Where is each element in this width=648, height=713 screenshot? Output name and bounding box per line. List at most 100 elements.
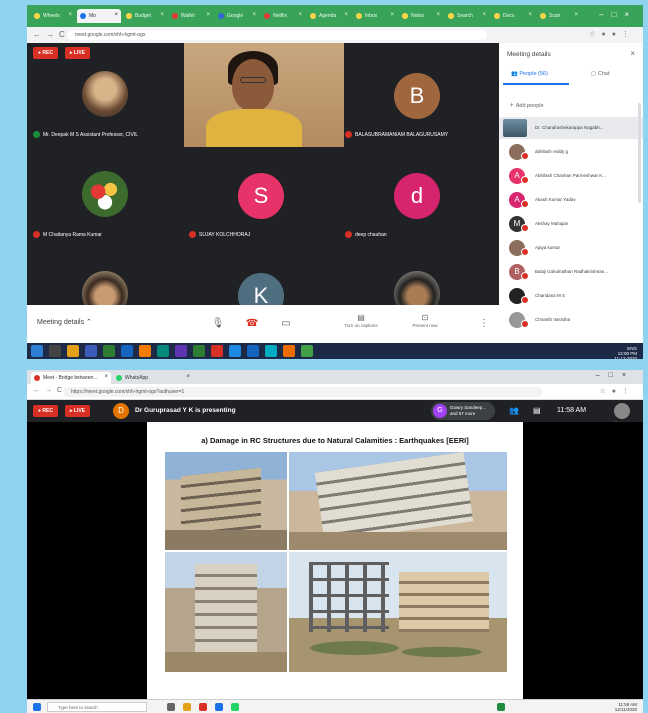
app-icon[interactable]	[229, 345, 241, 357]
mic-off-icon	[521, 248, 529, 256]
address-input[interactable]: meet.google.com/xhh-hgmt-ogs	[67, 30, 487, 40]
tab-close-icon[interactable]: ×	[186, 374, 190, 380]
mic-off-icon	[521, 176, 529, 184]
app-icon[interactable]	[139, 345, 151, 357]
tab-favicon-icon	[448, 13, 454, 19]
list-item[interactable]: Dr. Chandrashekarappa Nagabh...	[499, 117, 643, 139]
excel-icon[interactable]	[193, 345, 205, 357]
app-icon[interactable]	[121, 345, 133, 357]
more-options-icon[interactable]: ⋮	[475, 315, 493, 333]
browser-tab[interactable]: Wallet ×	[169, 9, 213, 23]
list-item[interactable]: A Abhilash Chavhan Parmeshwar K...	[499, 165, 643, 187]
app-icon[interactable]	[301, 345, 313, 357]
browser-tab[interactable]: WhatsApp ×	[113, 372, 193, 384]
close-icon[interactable]: ×	[630, 49, 635, 58]
present-now-button[interactable]: ⊡ Present now	[399, 313, 451, 328]
extensions-icons[interactable]: ☆●●⋮	[589, 30, 635, 38]
tab-close-icon[interactable]: ×	[104, 374, 108, 380]
file-explorer-icon[interactable]	[183, 703, 191, 711]
chat-icon[interactable]: ▤	[533, 406, 541, 415]
chrome-icon[interactable]	[199, 703, 207, 711]
browser-tab[interactable]: Wheels ×	[31, 9, 75, 23]
file-explorer-icon[interactable]	[67, 345, 79, 357]
panel-title: Meeting details	[507, 51, 551, 58]
window-controls[interactable]: –□×	[596, 372, 635, 379]
list-item[interactable]: abhilash reddy g	[499, 141, 643, 163]
task-view-icon[interactable]	[167, 703, 175, 711]
vlc-icon[interactable]	[283, 345, 295, 357]
app-icon[interactable]	[157, 345, 169, 357]
list-item[interactable]: Chandana M S	[499, 285, 643, 307]
nav-buttons[interactable]: ←→C	[33, 30, 70, 39]
people-icon[interactable]: 👥	[509, 406, 519, 415]
camera-toggle-button[interactable]: ▭	[277, 315, 295, 333]
add-people-button[interactable]: ＋ Add people	[509, 101, 544, 109]
participants-chip[interactable]: G Gowry Sandeep... and 57 more	[431, 402, 495, 420]
start-icon[interactable]	[31, 345, 43, 357]
window-controls[interactable]: –□×	[599, 10, 637, 19]
participant-name: Mr. Deepak M S Assistant Professor, CIVI…	[33, 131, 138, 138]
tab-close-icon[interactable]: ×	[160, 12, 164, 18]
nav-buttons[interactable]: ←→C	[33, 387, 67, 394]
tab-close-icon[interactable]: ×	[252, 12, 256, 18]
chrome-icon[interactable]	[211, 345, 223, 357]
list-item[interactable]: Ajaya kumar	[499, 237, 643, 259]
tab-close-icon[interactable]: ×	[206, 12, 210, 18]
extensions-icons[interactable]: ☆●⋮	[599, 387, 635, 395]
tab-close-icon[interactable]: ×	[114, 12, 118, 18]
tab-people[interactable]: 👥 People (56)	[511, 71, 548, 77]
browser-tab[interactable]: Agenda ×	[307, 9, 351, 23]
app-icon[interactable]	[215, 703, 223, 711]
taskbar-search-input[interactable]: Type here to search	[47, 702, 147, 712]
tab-close-icon[interactable]: ×	[344, 12, 348, 18]
captions-button[interactable]: ▤ Turn on captions	[335, 313, 387, 328]
browser-tab[interactable]: Netflix ×	[261, 9, 305, 23]
scrollbar[interactable]	[638, 103, 641, 203]
search-icon[interactable]	[49, 345, 61, 357]
word-icon[interactable]	[247, 345, 259, 357]
mic-toggle-button[interactable]: 🎙	[209, 315, 227, 333]
tray-icon[interactable]	[497, 703, 505, 711]
tab-close-icon[interactable]: ×	[390, 12, 394, 18]
system-tray[interactable]: 11:58 AM 12/11/2020	[615, 702, 637, 712]
address-input[interactable]: https://meet.google.com/xhh-hgmt-ogs?aut…	[63, 387, 543, 397]
browser-tab[interactable]: Google ×	[215, 9, 259, 23]
app-icon[interactable]	[103, 345, 115, 357]
app-icon[interactable]	[265, 345, 277, 357]
meeting-details-button[interactable]: Meeting details ⌃	[37, 318, 92, 326]
browser-tab[interactable]: Search ×	[445, 9, 489, 23]
slide-title: a) Damage in RC Structures due to Natura…	[201, 436, 469, 445]
browser-tab[interactable]: Notes ×	[399, 9, 443, 23]
app-icon[interactable]	[85, 345, 97, 357]
browser-tab[interactable]: Budget ×	[123, 9, 167, 23]
browser-tab[interactable]: Scan ×	[537, 9, 581, 23]
end-call-button[interactable]: ☎	[243, 315, 261, 333]
tab-close-icon[interactable]: ×	[68, 12, 72, 18]
start-icon[interactable]	[33, 703, 41, 711]
tab-chat[interactable]: ▢ Chat	[591, 71, 609, 77]
list-item[interactable]: B Balaji Gokulnathan Radhakrishnan...	[499, 261, 643, 283]
tab-close-icon[interactable]: ×	[436, 12, 440, 18]
mic-icon	[33, 131, 40, 138]
meet-grid-screenshot: Wheels × Mo × Budget × Wallet × Google × Netf…	[27, 5, 643, 359]
browser-tab-active[interactable]: Mo ×	[77, 9, 121, 23]
presentation-slide: a) Damage in RC Structures due to Natura…	[147, 422, 523, 699]
self-avatar[interactable]	[614, 403, 630, 419]
tab-close-icon[interactable]: ×	[298, 12, 302, 18]
browser-tab-active[interactable]: Meet - Bridge between... ×	[31, 372, 111, 384]
app-icon[interactable]	[175, 345, 187, 357]
list-item[interactable]: M Akshay Mahajan	[499, 213, 643, 235]
browser-tab[interactable]: Inbox ×	[353, 9, 397, 23]
list-item[interactable]: A Akash Kumar Yadav	[499, 189, 643, 211]
tab-close-icon[interactable]: ×	[482, 12, 486, 18]
tab-close-icon[interactable]: ×	[574, 12, 578, 18]
list-item[interactable]: Chiranth Vasistha	[499, 309, 643, 331]
participant-name: abhilash reddy g	[535, 149, 569, 154]
captions-icon: ▤	[357, 313, 365, 322]
participant-avatar: B	[394, 73, 440, 119]
whatsapp-icon[interactable]	[231, 703, 239, 711]
tab-close-icon[interactable]: ×	[528, 12, 532, 18]
browser-tab[interactable]: Docs ×	[491, 9, 535, 23]
system-tray[interactable]: ENG 12:00 PM 11-12-2020	[614, 346, 637, 359]
mic-off-icon	[345, 131, 352, 138]
